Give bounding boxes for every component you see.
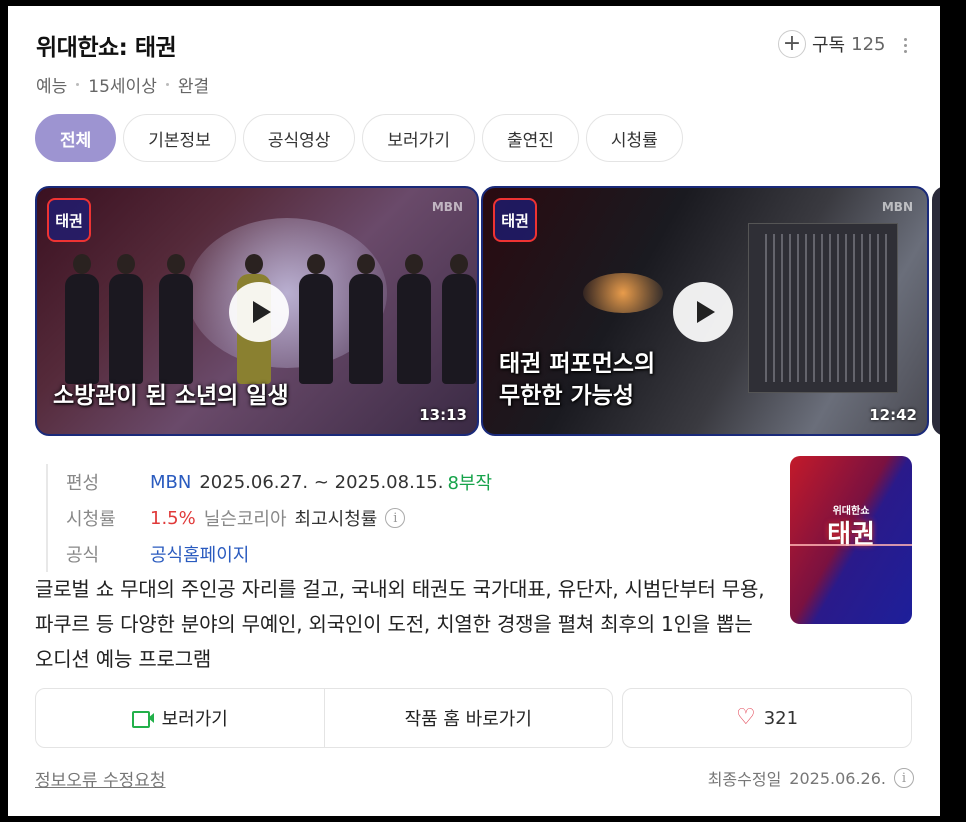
video-card[interactable]: 태권 MBN 태권 퍼포먼스의 무한한 가능성 12:42 xyxy=(481,186,929,436)
program-info: 편성 MBN 2025.06.27. ~ 2025.08.15. 8부작 시청률… xyxy=(46,464,746,572)
performer-figure xyxy=(109,254,143,384)
heart-icon: ♡ xyxy=(735,705,756,730)
info-row-official: 공식 공식홈페이지 xyxy=(66,536,746,572)
program-home-label: 작품 홈 바로가기 xyxy=(404,709,532,730)
tab-all[interactable]: 전체 xyxy=(35,114,117,162)
kebab-dot xyxy=(904,50,907,53)
report-error-link[interactable]: 정보오류 수정요청 xyxy=(35,766,166,791)
video-caption: 소방관이 된 소년의 일생 xyxy=(53,383,289,409)
kebab-dot xyxy=(904,44,907,47)
video-card-partial[interactable] xyxy=(932,186,940,436)
poster-light-streak xyxy=(790,544,912,546)
tab-official-videos[interactable]: 공식영상 xyxy=(242,114,356,162)
info-row-rating: 시청률 1.5% 닐슨코리아 최고시청률 i xyxy=(66,500,746,536)
program-card: 위대한쇼: 태권 예능 15세이상 완결 + 구독 125 전체 기본정보 공식… xyxy=(8,6,940,816)
updated-date: 2025.06.26. xyxy=(789,768,886,788)
play-icon[interactable] xyxy=(673,282,733,342)
meta-separator xyxy=(165,83,169,86)
rating-note: 최고시청률 xyxy=(294,509,378,530)
info-icon[interactable]: i xyxy=(385,508,406,528)
program-home-button[interactable]: 작품 홈 바로가기 xyxy=(323,689,613,747)
meta-genre: 예능 xyxy=(36,77,68,97)
episode-count: 8부작 xyxy=(447,473,493,494)
info-icon[interactable]: i xyxy=(894,768,914,788)
updated-label: 최종수정일 xyxy=(707,770,782,789)
performer-figure xyxy=(65,254,99,384)
program-title[interactable]: 위대한쇼: 태권 xyxy=(36,28,177,62)
program-description: 글로벌 쇼 무대의 주인공 자리를 걸고, 국내외 태권도 국가대표, 유단자,… xyxy=(35,577,765,671)
video-caption-line-1: 태권 퍼포먼스의 xyxy=(499,351,656,377)
show-logo-badge: 태권 xyxy=(47,198,91,242)
tab-bar: 전체 기본정보 공식영상 보러가기 출연진 시청률 xyxy=(35,114,683,162)
broadcast-period: 2025.06.27. ~ 2025.08.15. xyxy=(199,471,444,493)
play-icon[interactable] xyxy=(229,282,289,342)
program-header: 위대한쇼: 태권 xyxy=(36,28,177,62)
subscribe-label: 구독 xyxy=(812,35,846,56)
kebab-dot xyxy=(904,38,907,41)
tab-watch[interactable]: 보러가기 xyxy=(362,114,475,162)
subscribe-count: 125 xyxy=(851,33,886,55)
info-label-official: 공식 xyxy=(66,545,100,566)
show-logo-badge: 태권 xyxy=(493,198,537,242)
monument-text-lines xyxy=(759,234,887,382)
watch-button[interactable]: 보러가기 xyxy=(36,689,324,747)
performer-figure xyxy=(349,254,383,384)
like-button[interactable]: ♡ 321 xyxy=(622,688,912,748)
channel-link[interactable]: MBN xyxy=(150,472,191,493)
performer-figure xyxy=(397,254,431,384)
plus-icon: + xyxy=(778,30,806,58)
meta-separator xyxy=(76,83,80,86)
meta-status: 완결 xyxy=(177,77,210,97)
info-label-broadcast: 편성 xyxy=(66,473,100,494)
video-duration: 12:42 xyxy=(869,406,917,424)
performer-figure xyxy=(159,254,193,384)
last-updated: 최종수정일 2025.06.26. i xyxy=(708,766,914,790)
video-caption-line-2: 무한한 가능성 xyxy=(499,383,634,409)
stage-spark xyxy=(583,273,663,313)
info-label-rating: 시청률 xyxy=(66,509,116,530)
action-bar: 보러가기 작품 홈 바로가기 xyxy=(35,688,613,748)
video-duration: 13:13 xyxy=(419,406,467,424)
meta-age-rating: 15세이상 xyxy=(88,77,157,97)
channel-watermark: MBN xyxy=(881,200,913,214)
rating-source: 닐슨코리아 xyxy=(203,509,287,530)
tab-cast[interactable]: 출연진 xyxy=(481,114,579,162)
channel-watermark: MBN xyxy=(431,200,463,214)
performer-figure xyxy=(299,254,333,384)
video-carousel: 태권 MBN 소방관이 된 소년의 일생 13:13 태권 MBN 태권 퍼포먼… xyxy=(35,186,940,436)
more-options-icon[interactable] xyxy=(904,38,907,53)
watch-label: 보러가기 xyxy=(161,709,228,730)
rating-value: 1.5% xyxy=(150,507,196,529)
performer-figure xyxy=(442,254,476,384)
video-card[interactable]: 태권 MBN 소방관이 된 소년의 일생 13:13 xyxy=(35,186,479,436)
like-count: 321 xyxy=(763,707,799,729)
tab-basic-info[interactable]: 기본정보 xyxy=(123,114,236,162)
program-poster[interactable]: 위대한쇼 태권 xyxy=(790,456,912,624)
official-homepage-link[interactable]: 공식홈페이지 xyxy=(150,541,249,567)
subscribe-button[interactable]: + 구독 125 xyxy=(778,30,885,58)
stone-monument xyxy=(748,223,898,393)
info-row-broadcast: 편성 MBN 2025.06.27. ~ 2025.08.15. 8부작 xyxy=(66,464,746,500)
tab-ratings[interactable]: 시청률 xyxy=(585,114,683,162)
program-meta: 예능 15세이상 완결 xyxy=(36,72,209,97)
video-camera-icon xyxy=(131,710,154,728)
